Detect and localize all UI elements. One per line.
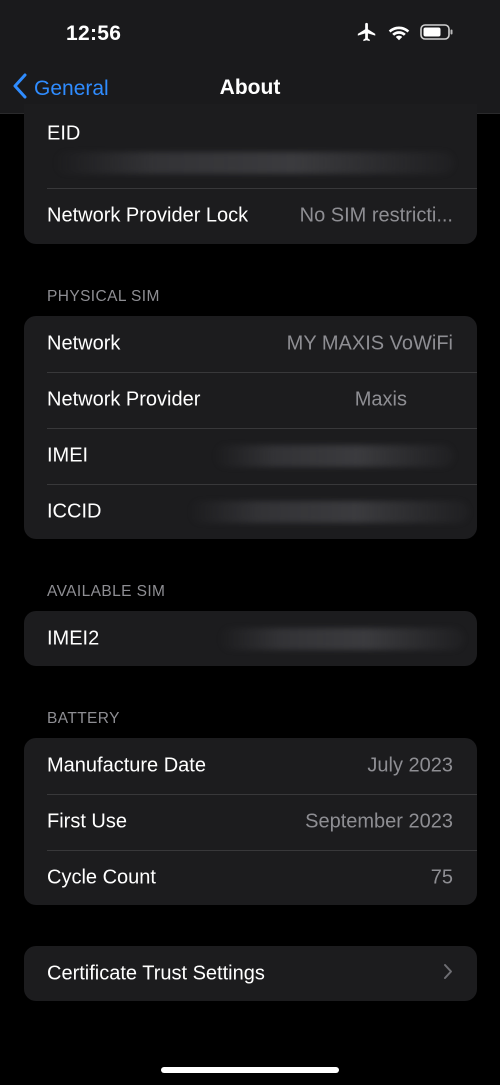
status-bar: 12:56 [0, 0, 500, 64]
first-use-value: September 2023 [305, 810, 453, 833]
manufacture-date-value: July 2023 [367, 754, 453, 777]
network-row[interactable]: Network MY MAXIS VoWiFi [24, 316, 477, 372]
network-provider-row[interactable]: Network Provider Maxis [24, 372, 477, 428]
certificate-trust-settings-label: Certificate Trust Settings [47, 962, 265, 984]
home-indicator [161, 1067, 339, 1073]
wifi-icon [388, 23, 410, 46]
redacted-eid-value [54, 152, 454, 174]
page-title: About [219, 76, 281, 99]
imei2-row[interactable]: IMEI2 [24, 611, 477, 666]
network-provider-lock-label: Network Provider Lock [47, 204, 249, 227]
redacted-imei-value [214, 445, 454, 467]
redacted-imei2-value [219, 628, 464, 650]
physical-sim-group: Network MY MAXIS VoWiFi Network Provider… [24, 316, 477, 539]
first-use-row[interactable]: First Use September 2023 [24, 794, 477, 850]
network-provider-lock-value: No SIM restricti... [299, 204, 453, 227]
airplane-icon [356, 21, 378, 48]
network-provider-label: Network Provider [47, 388, 201, 411]
certificate-trust-settings-group: Certificate Trust Settings [24, 946, 477, 1001]
status-icons [356, 22, 454, 46]
battery-icon [420, 23, 454, 46]
battery-header: BATTERY [47, 710, 120, 727]
imei2-label: IMEI2 [47, 627, 100, 649]
redacted-iccid-value [189, 501, 469, 523]
available-sim-group: IMEI2 [24, 611, 477, 666]
network-value: MY MAXIS VoWiFi [286, 332, 453, 355]
network-provider-lock-row[interactable]: Network Provider Lock No SIM restricti..… [24, 188, 477, 244]
network-label: Network [47, 332, 121, 355]
manufacture-date-row[interactable]: Manufacture Date July 2023 [24, 738, 477, 794]
cycle-count-value: 75 [430, 866, 453, 888]
iccid-label: ICCID [47, 500, 102, 523]
battery-group: Manufacture Date July 2023 First Use Sep… [24, 738, 477, 905]
physical-sim-header: PHYSICAL SIM [47, 288, 160, 305]
eid-row[interactable]: EID [24, 104, 477, 188]
iccid-row[interactable]: ICCID [24, 484, 477, 539]
network-provider-value: Maxis [354, 388, 407, 411]
first-use-label: First Use [47, 810, 127, 833]
manufacture-date-label: Manufacture Date [47, 754, 206, 777]
status-time: 12:56 [66, 22, 122, 45]
cycle-count-row[interactable]: Cycle Count 75 [24, 850, 477, 905]
imei-row[interactable]: IMEI [24, 428, 477, 484]
available-sim-header: AVAILABLE SIM [47, 583, 166, 600]
eid-group: EID Network Provider Lock No SIM restric… [24, 104, 477, 244]
cycle-count-label: Cycle Count [47, 866, 156, 888]
imei-label: IMEI [47, 444, 89, 467]
certificate-trust-settings-row[interactable]: Certificate Trust Settings [24, 946, 477, 1001]
chevron-right-icon [443, 963, 453, 985]
eid-label: EID [47, 122, 81, 145]
